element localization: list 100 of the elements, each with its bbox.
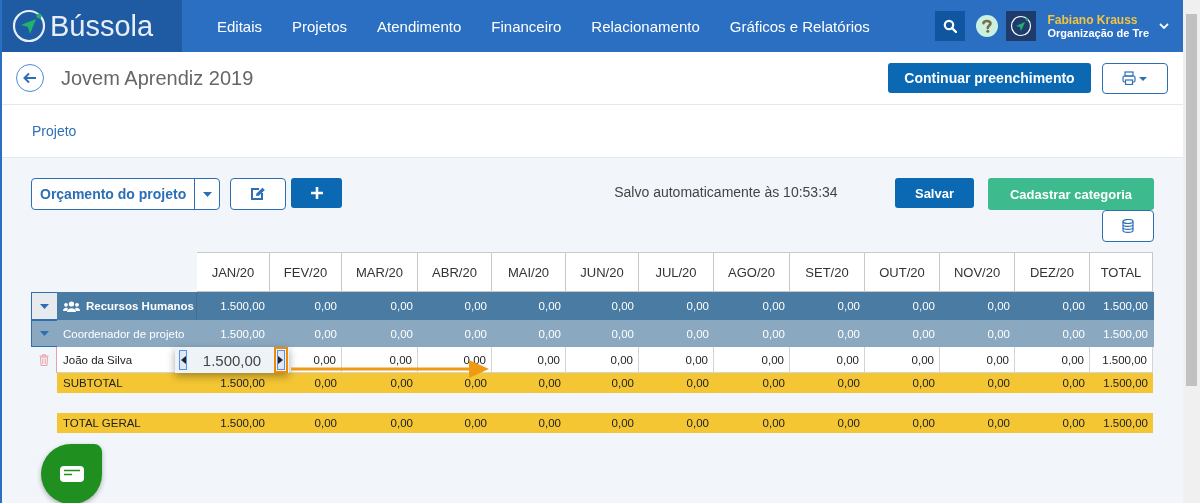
table-cell-text: 0,00 [1061, 299, 1086, 314]
table-cell: 1.500,00 [1090, 413, 1153, 433]
table-cell-text: 0,00 [761, 299, 786, 314]
table-cell-text: 1.500,00 [1102, 299, 1149, 314]
table-cell-text: 0,00 [911, 326, 936, 342]
nav-link[interactable]: Relacionamento [576, 17, 715, 35]
breadcrumb-link[interactable]: Projeto [32, 123, 77, 139]
brand-name: Bússola [50, 9, 154, 43]
table-cell-text: 1.500,00 [219, 326, 266, 342]
scrollbar[interactable] [1183, 0, 1200, 503]
autosave-status: Salvo automaticamente às 10:53:34 [614, 184, 838, 200]
expand-toggle[interactable] [31, 292, 57, 320]
budget-select[interactable]: Orçamento do projeto [31, 178, 221, 210]
table-cell-text: 0,00 [537, 326, 562, 342]
column-header: JUN/20 [566, 252, 639, 292]
table-cell: 0,00 [1015, 413, 1090, 433]
table-cell-text: 0,00 [463, 326, 488, 342]
table-cell-text: 0,00 [911, 299, 936, 314]
table-cell[interactable]: 0,00 [492, 347, 566, 373]
table-cell: 0,00 [639, 373, 714, 393]
continue-button[interactable]: Continuar preenchimento [888, 63, 1091, 93]
column-header: JAN/20 [197, 252, 270, 292]
help-icon[interactable] [975, 15, 998, 37]
left-resize-handle[interactable] [179, 350, 187, 370]
search-button[interactable] [934, 11, 965, 41]
table-cell-text: 0,00 [610, 326, 635, 342]
table-cell[interactable]: 1.500,00 [1090, 347, 1153, 373]
table-cell: 0,00 [566, 413, 639, 433]
table-cell[interactable]: 0,00 [940, 347, 1015, 373]
caret-icon [40, 331, 49, 336]
back-button[interactable] [16, 64, 44, 92]
column-header: DEZ/20 [1015, 252, 1090, 292]
table-cell: 0,00 [940, 373, 1015, 393]
edit-button[interactable] [230, 178, 287, 210]
row-label: TOTAL GERAL [57, 413, 197, 433]
print-dropdown-button[interactable] [1102, 62, 1168, 94]
table-cell[interactable]: 0,00 [790, 347, 865, 373]
table-cell-text: 0,00 [537, 299, 562, 314]
database-button[interactable] [1102, 210, 1154, 242]
table-cell-text: 0,00 [986, 299, 1011, 314]
add-button[interactable] [291, 178, 343, 208]
table-cell-text: 0,00 [463, 299, 488, 314]
nav-link[interactable]: Gráficos e Relatórios [714, 17, 885, 35]
table-cell: 0,00 [492, 413, 566, 433]
table-cell[interactable]: 0,00 [714, 347, 790, 373]
column-header: TOTAL [1090, 252, 1153, 292]
table-cell[interactable]: 0,00 [865, 347, 940, 373]
table-cell[interactable]: 0,00 [342, 347, 418, 373]
nav-link[interactable]: Projetos [277, 17, 363, 35]
table-cell[interactable]: 0,00 [1015, 347, 1090, 373]
plus-icon [310, 187, 323, 199]
table-cell: 0,00 [714, 413, 790, 433]
table-cell[interactable]: 0,00 [639, 347, 714, 373]
table-cell: 0,00 [270, 373, 342, 393]
table-cell: 0,00 [492, 373, 566, 393]
page-title: Jovem Aprendiz 2019 [61, 66, 254, 90]
edit-icon [250, 187, 267, 201]
database-icon [1122, 219, 1134, 233]
table-cell: 0,00 [940, 413, 1015, 433]
table-cell: 0,00 [342, 413, 418, 433]
table-cell: 0,00 [418, 413, 492, 433]
table-cell: 1.500,00 [197, 413, 270, 433]
table-cell-text: 0,00 [389, 326, 414, 342]
caret-icon [202, 191, 212, 197]
nav-link[interactable]: Editais [202, 17, 278, 35]
organization-avatar[interactable] [1005, 11, 1036, 41]
right-resize-handle[interactable] [277, 350, 285, 370]
table-cell: 0,00 [865, 373, 940, 393]
row-label-text: Coordenador de projeto [63, 327, 185, 340]
save-button[interactable]: Salvar [895, 178, 974, 208]
table-cell: 0,00 [418, 373, 492, 393]
row-label: SUBTOTAL [57, 373, 197, 393]
chat-button[interactable] [41, 444, 102, 503]
expand-toggle[interactable] [31, 320, 57, 347]
table-cell-text: 0,00 [685, 299, 710, 314]
table-cell[interactable]: 0,00 [566, 347, 639, 373]
table-cell: 0,00 [639, 413, 714, 433]
table-cell-text: 0,00 [389, 299, 414, 314]
search-icon [942, 19, 957, 33]
column-header: MAR/20 [342, 252, 418, 292]
zoomed-cell-value: 1.500,00 [202, 351, 262, 369]
people-icon [63, 300, 80, 312]
user-name: Fabiano Krauss [1047, 13, 1139, 27]
row-label-text: Recursos Humanos [86, 300, 194, 312]
column-header: MAI/20 [492, 252, 566, 292]
table-cell-text: 1.500,00 [1102, 326, 1149, 342]
nav-link[interactable]: Atendimento [362, 17, 477, 35]
table-cell: 0,00 [566, 373, 639, 393]
column-header: OUT/20 [865, 252, 940, 292]
column-header: SET/20 [790, 252, 865, 292]
table-cell-text: 0,00 [1061, 326, 1086, 342]
column-header: FEV/20 [270, 252, 342, 292]
table-cell-text: 0,00 [761, 326, 786, 342]
table-cell-text: 0,00 [685, 326, 710, 342]
nav-link[interactable]: Financeiro [476, 17, 577, 35]
chevron-down-icon[interactable] [1159, 22, 1169, 30]
user-organization: Organização de Tre [1047, 27, 1149, 39]
table-cell: 0,00 [1015, 373, 1090, 393]
printer-icon [1122, 71, 1148, 85]
table-cell-text: 0,00 [986, 326, 1011, 342]
